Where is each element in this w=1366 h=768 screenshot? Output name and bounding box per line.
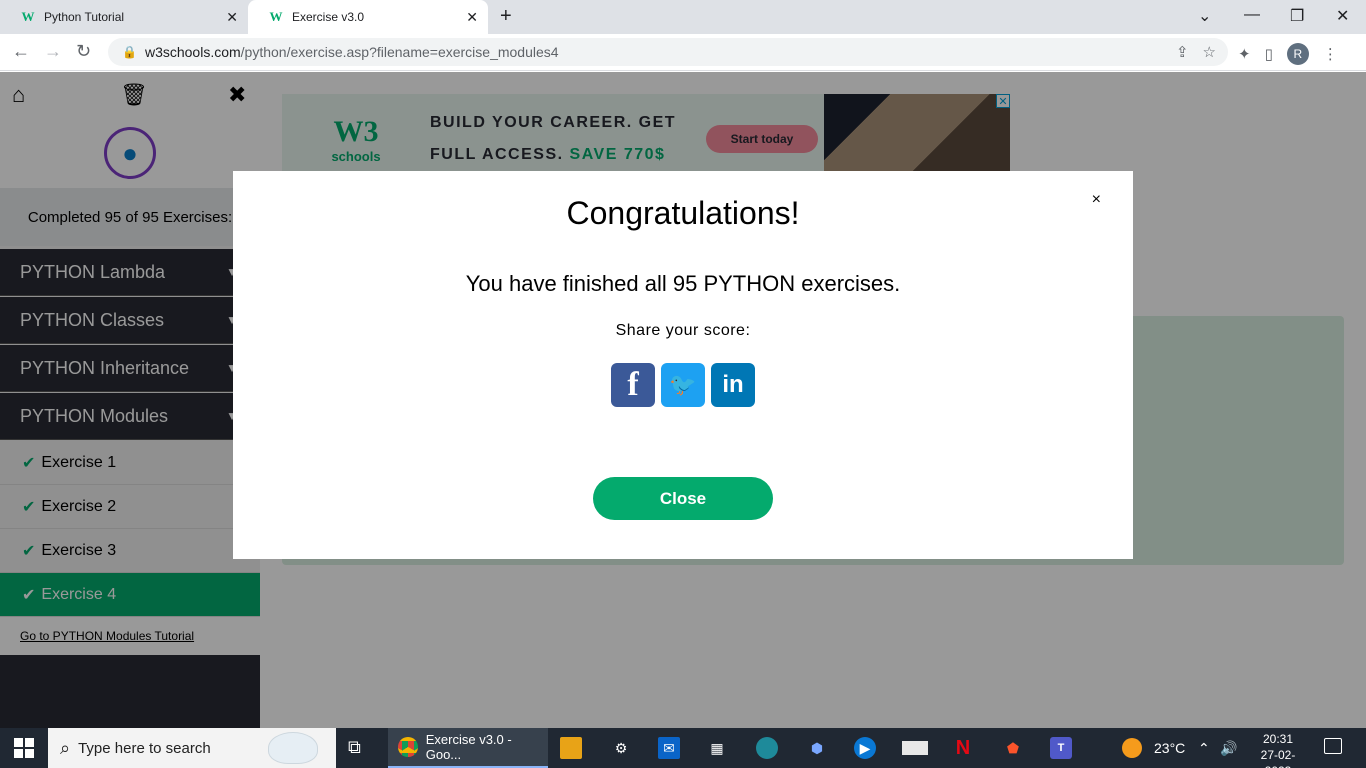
volume-icon[interactable]: 🔊 (1220, 728, 1237, 768)
mail-icon[interactable]: ✉ (658, 737, 680, 759)
microsoft-store-icon[interactable]: ▦ (706, 737, 728, 759)
netflix-icon[interactable]: N (952, 737, 974, 759)
w3schools-favicon-icon: W (21, 9, 35, 24)
bookmark-star-icon[interactable]: ☆ (1203, 43, 1216, 61)
brave-icon[interactable]: ⬟ (1002, 737, 1024, 759)
search-placeholder: Type here to search (78, 739, 211, 757)
side-panel-icon[interactable]: ▯ (1265, 45, 1273, 63)
chevron-up-icon[interactable]: ⌃ (1198, 728, 1210, 768)
file-explorer-icon[interactable] (560, 737, 582, 759)
taskbar-search[interactable]: ⌕ Type here to search (48, 728, 336, 768)
window-close-icon[interactable]: ✕ (1336, 6, 1349, 26)
restore-icon[interactable]: ❐ (1290, 6, 1304, 26)
share-icon[interactable]: ⇪ (1176, 43, 1189, 61)
notification-icon[interactable] (1324, 738, 1342, 754)
task-view-icon[interactable]: ⧉ (348, 737, 361, 758)
tab-close-icon[interactable]: ✕ (466, 9, 478, 26)
search-icon: ⌕ (60, 737, 71, 758)
settings-gear-icon[interactable]: ⚙ (610, 737, 632, 759)
profile-avatar[interactable]: R (1286, 43, 1309, 65)
forward-arrow-icon[interactable]: → (44, 41, 62, 62)
modal-title: Congratulations! (566, 195, 800, 231)
address-bar[interactable]: 🔒 w3schools.com /python/exercise.asp?fil… (108, 38, 1228, 66)
temperature: 23°C (1154, 740, 1186, 756)
social-share-group: f 🐦 in (611, 363, 755, 407)
clock-time: 20:31 (1262, 732, 1294, 746)
windows-start-icon[interactable] (14, 738, 34, 758)
back-arrow-icon[interactable]: ← (12, 41, 30, 62)
facebook-icon[interactable]: f (611, 363, 655, 407)
tab-close-icon[interactable]: ✕ (226, 9, 238, 26)
chrome-icon (398, 737, 418, 757)
share-label: Share your score: (615, 322, 751, 339)
browser-nav-bar: ← → ↻ 🔒 w3schools.com /python/exercise.a… (0, 34, 1366, 71)
url-host: w3schools.com (144, 44, 241, 60)
reload-icon[interactable]: ↻ (76, 41, 91, 62)
tab-title: Python Tutorial (44, 10, 125, 24)
close-button[interactable]: Close (593, 477, 773, 520)
teams-icon[interactable]: T (1050, 737, 1072, 759)
taskbar-chrome-app[interactable]: Exercise v3.0 - Goo... (388, 728, 548, 768)
minimize-icon[interactable]: — (1244, 6, 1260, 24)
new-tab-icon[interactable]: + (500, 5, 512, 28)
chrome-window-label: Exercise v3.0 - Goo... (425, 732, 512, 762)
tab-exercise[interactable]: W Exercise v3.0 ✕ (248, 0, 488, 34)
app-icon[interactable] (902, 741, 928, 755)
search-highlight-image (268, 732, 318, 764)
url-path: /python/exercise.asp?filename=exercise_m… (240, 44, 559, 60)
congratulations-modal: × Congratulations! You have finished all… (233, 171, 1133, 559)
clock-date: 27-02-2023 (1260, 748, 1296, 768)
twitter-icon[interactable]: 🐦 (661, 363, 705, 407)
w3schools-favicon-icon: W (269, 9, 283, 24)
menu-kebab-icon[interactable]: ⋮ (1323, 45, 1338, 63)
chevron-down-icon[interactable]: ⌄ (1198, 6, 1211, 26)
windows-taskbar: ⌕ Type here to search ⧉ Exercise v3.0 - … (0, 728, 1366, 768)
extensions-puzzle-icon[interactable]: ✦ (1238, 45, 1251, 63)
edge-icon[interactable] (756, 737, 778, 759)
browser-tab-bar: W Python Tutorial ✕ W Exercise v3.0 ✕ + … (0, 0, 1366, 34)
lock-icon: 🔒 (122, 45, 137, 59)
tab-title: Exercise v3.0 (292, 10, 365, 24)
weather-widget[interactable]: 23°C (1122, 728, 1185, 768)
modal-message: You have finished all 95 PYTHON exercise… (465, 271, 901, 296)
tab-python-tutorial[interactable]: W Python Tutorial ✕ (0, 0, 248, 34)
media-player-icon[interactable]: ▶ (854, 737, 876, 759)
power-automate-icon[interactable]: ⬢ (806, 737, 828, 759)
sun-icon (1122, 738, 1142, 758)
linkedin-icon[interactable]: in (711, 363, 755, 407)
system-clock[interactable]: 20:31 27-02-2023 (1248, 731, 1308, 768)
